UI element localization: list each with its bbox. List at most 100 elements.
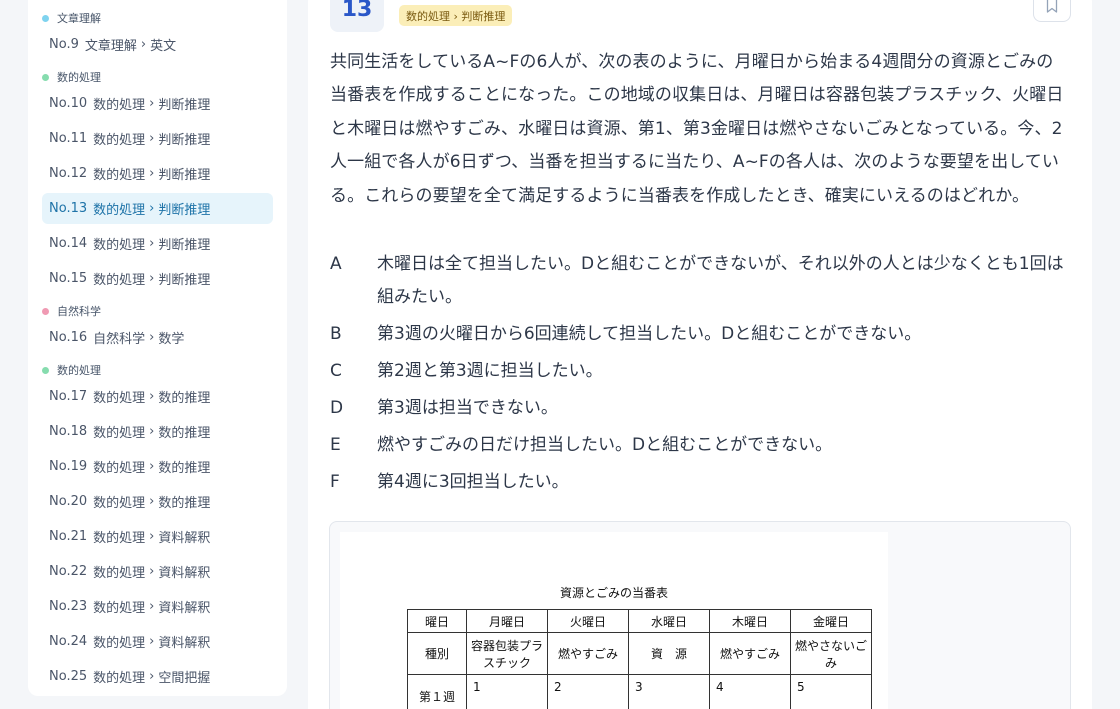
sidebar-category: 自然科学: [28, 301, 287, 321]
option-c: C 第2週と第3週に担当したい。: [330, 355, 1064, 388]
sidebar-item-no-20[interactable]: No.20 数的処理 › 数的推理: [42, 486, 273, 517]
option-f: F 第4週に3回担当したい。: [330, 466, 1064, 499]
option-letter: A: [330, 254, 342, 274]
sidebar-item-no-24[interactable]: No.24 数的処理 › 資料解釈: [42, 626, 273, 657]
option-letter: E: [330, 435, 341, 456]
sidebar-item-category: 数的処理: [93, 601, 146, 616]
sidebar-item-no-15[interactable]: No.15 数的処理 › 判断推理: [42, 263, 273, 294]
sidebar-item-number: No.23: [49, 599, 88, 614]
sidebar-item-subcategory: 判断推理: [158, 238, 211, 253]
chevron-right-icon: ›: [149, 599, 155, 614]
chevron-right-icon: ›: [140, 37, 147, 52]
roster-figure: 資源とごみの当番表 曜日 月曜日 火曜日 水曜日 木曜日 金曜日 種別 容器包装プラスチック…: [340, 532, 888, 709]
option-text: 第3週は担当できない。: [377, 398, 558, 419]
sidebar-item-category: 数的処理: [93, 461, 146, 476]
sidebar-item-number: No.11: [49, 131, 88, 146]
sidebar-category-label: 文章理解: [57, 12, 101, 25]
sidebar-item-category: 数的処理: [93, 273, 146, 288]
sidebar-category-label: 数的処理: [57, 71, 101, 84]
sidebar-item-subcategory: 資料解釈: [158, 531, 211, 546]
option-text: 第3週の火曜日から6回連続して担当したい。Dと組むことができない。: [377, 324, 922, 345]
chevron-right-icon: ›: [149, 494, 155, 509]
option-e: E 燃やすごみの日だけ担当したい。Dと組むことができない。: [330, 429, 1064, 462]
sidebar-item-no-13[interactable]: No.13 数的処理 › 判断推理: [42, 193, 273, 224]
sidebar-item-subcategory: 判断推理: [158, 133, 211, 148]
bookmark-icon: [1046, 0, 1058, 13]
chevron-right-icon: ›: [149, 529, 155, 544]
chevron-right-icon: ›: [149, 669, 155, 684]
sidebar-item-no-11[interactable]: No.11 数的処理 › 判断推理: [42, 123, 273, 154]
sidebar-item-subcategory: 資料解釈: [158, 566, 211, 581]
option-text: 燃やすごみの日だけ担当したい。Dと組むことができない。: [377, 435, 833, 456]
table-header-row: 曜日 月曜日 火曜日 水曜日 木曜日 金曜日: [407, 609, 872, 633]
table-type-cell: 燃やすごみ: [547, 632, 629, 675]
sidebar-item-number: No.25: [49, 669, 88, 684]
category-dot-icon: [42, 73, 49, 81]
table-cell: 3: [628, 674, 710, 709]
option-letter: B: [330, 324, 342, 345]
sidebar-item-no-16[interactable]: No.16 自然科学 › 数学: [42, 322, 273, 353]
sidebar-item-subcategory: 資料解釈: [158, 636, 211, 651]
table-type-cell: 種別: [407, 632, 467, 675]
sidebar-item-no-10[interactable]: No.10 数的処理 › 判断推理: [42, 88, 273, 119]
sidebar-item-number: No.14: [49, 236, 88, 251]
sidebar-item-no-17[interactable]: No.17 数的処理 › 数的推理: [42, 381, 273, 412]
chevron-right-icon: ›: [149, 564, 155, 579]
sidebar-item-subcategory: 英文: [150, 39, 177, 54]
sidebar-item-subcategory: 判断推理: [158, 168, 211, 183]
table-cell: 1: [466, 674, 548, 709]
table-cell: 4: [709, 674, 791, 709]
table-type-cell: 容器包装プラスチック: [466, 632, 548, 675]
chevron-right-icon: ›: [149, 131, 155, 146]
sidebar-item-no-23[interactable]: No.23 数的処理 › 資料解釈: [42, 591, 273, 622]
sidebar-item-number: No.20: [49, 494, 88, 509]
sidebar-item-number: No.18: [49, 424, 88, 439]
option-letter: C: [330, 361, 342, 382]
sidebar-item-no-14[interactable]: No.14 数的処理 › 判断推理: [42, 228, 273, 259]
sidebar-item-number: No.19: [49, 459, 88, 474]
table-header-cell: 木曜日: [709, 609, 791, 633]
sidebar-item-category: 数的処理: [93, 238, 146, 253]
sidebar-item-category: 数的処理: [93, 98, 146, 113]
table-header-cell: 火曜日: [547, 609, 629, 633]
sidebar-item-no-19[interactable]: No.19 数的処理 › 数的推理: [42, 451, 273, 482]
sidebar-item-category: 数的処理: [93, 531, 146, 546]
sidebar: 文章理解 No.9 文章理解 › 英文 数的処理 No.10 数的処理 › 判断推理 No.11 数的…: [28, 0, 287, 696]
sidebar-item-subcategory: 資料解釈: [158, 601, 211, 616]
sidebar-item-no-22[interactable]: No.22 数的処理 › 資料解釈: [42, 556, 273, 587]
chevron-right-icon: ›: [149, 634, 155, 649]
sidebar-item-no-12[interactable]: No.12 数的処理 › 判断推理: [42, 158, 273, 189]
option-b: B 第3週の火曜日から6回連続して担当したい。Dと組むことができない。: [330, 318, 1064, 351]
chevron-right-icon: ›: [149, 424, 155, 439]
sidebar-item-number: No.24: [49, 634, 88, 649]
question-number: 13: [330, 0, 384, 32]
chevron-right-icon: ›: [149, 201, 155, 216]
sidebar-item-no-21[interactable]: No.21 数的処理 › 資料解釈: [42, 521, 273, 552]
sidebar-item-no-18[interactable]: No.18 数的処理 › 数的推理: [42, 416, 273, 447]
sidebar-item-subcategory: 数的推理: [158, 426, 211, 441]
sidebar-item-category: 数的処理: [93, 671, 146, 686]
option-text: 第2週と第3週に担当したい。: [377, 361, 603, 382]
sidebar-item-no-25[interactable]: No.25 数的処理 › 空間把握: [42, 661, 273, 692]
table-cell: 第１週: [407, 674, 467, 709]
sidebar-item-category: 数的処理: [93, 203, 146, 218]
chevron-right-icon: ›: [149, 166, 155, 181]
bookmark-button[interactable]: [1033, 0, 1071, 22]
sidebar-item-number: No.17: [49, 389, 88, 404]
table-header-cell: 月曜日: [466, 609, 548, 633]
chevron-right-icon: ›: [149, 389, 155, 404]
chevron-right-icon: ›: [149, 330, 155, 345]
question-text: 共同生活をしているA~Fの6人が、次の表のように、月曜日から始まる4週間分の資源…: [330, 52, 1064, 206]
table-type-cell: 燃やすごみ: [709, 632, 791, 675]
sidebar-item-no-9[interactable]: No.9 文章理解 › 英文: [42, 29, 273, 60]
sidebar-item-category: 文章理解: [84, 39, 137, 54]
table-type-row: 種別 容器包装プラスチック 燃やすごみ資 源燃やすごみ 燃やさないごみ: [407, 632, 872, 675]
sidebar-item-category: 数的処理: [93, 426, 146, 441]
option-text: 木曜日は全て担当したい。Dと組むことができないが、それ以外の人とは少なくとも1回…: [377, 254, 1064, 308]
options-list: A 木曜日は全て担当したい。Dと組むことができないが、それ以外の人とは少なくとも1…: [330, 248, 1064, 500]
sidebar-category-label: 数的処理: [57, 364, 101, 377]
table-header-cell: 金曜日: [790, 609, 872, 633]
sidebar-category-label: 自然科学: [57, 305, 101, 318]
sidebar-item-number: No.22: [49, 564, 88, 579]
question-category-tag: 数的処理 › 判断推理: [399, 5, 513, 26]
